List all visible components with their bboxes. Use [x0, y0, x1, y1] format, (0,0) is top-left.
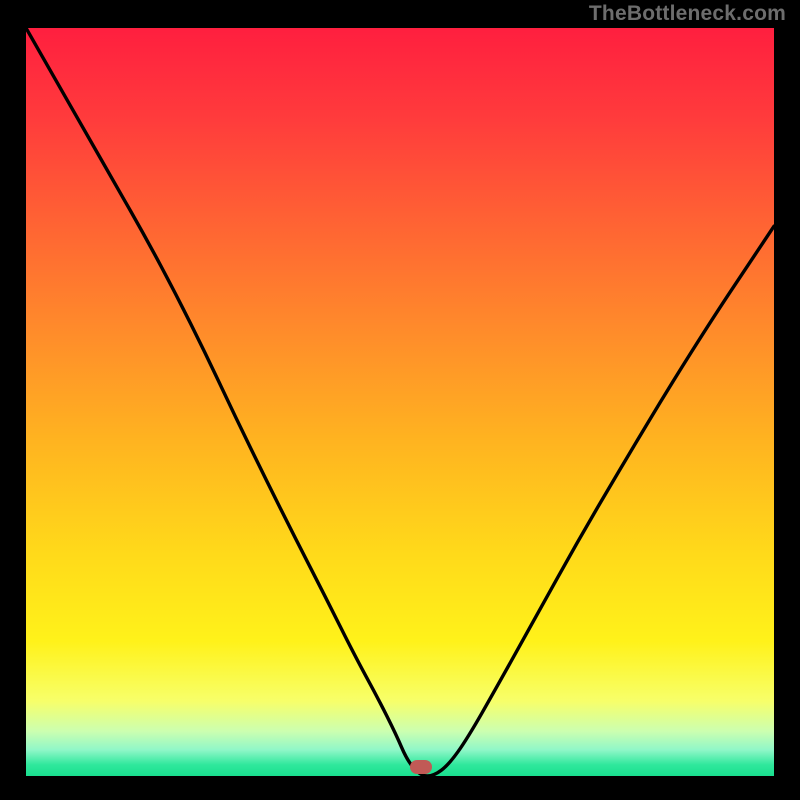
attribution-text: TheBottleneck.com [589, 2, 786, 26]
chart-panel [26, 28, 774, 776]
optimum-marker [410, 760, 432, 774]
chart-svg [26, 28, 774, 776]
outer-frame: TheBottleneck.com [0, 0, 800, 800]
